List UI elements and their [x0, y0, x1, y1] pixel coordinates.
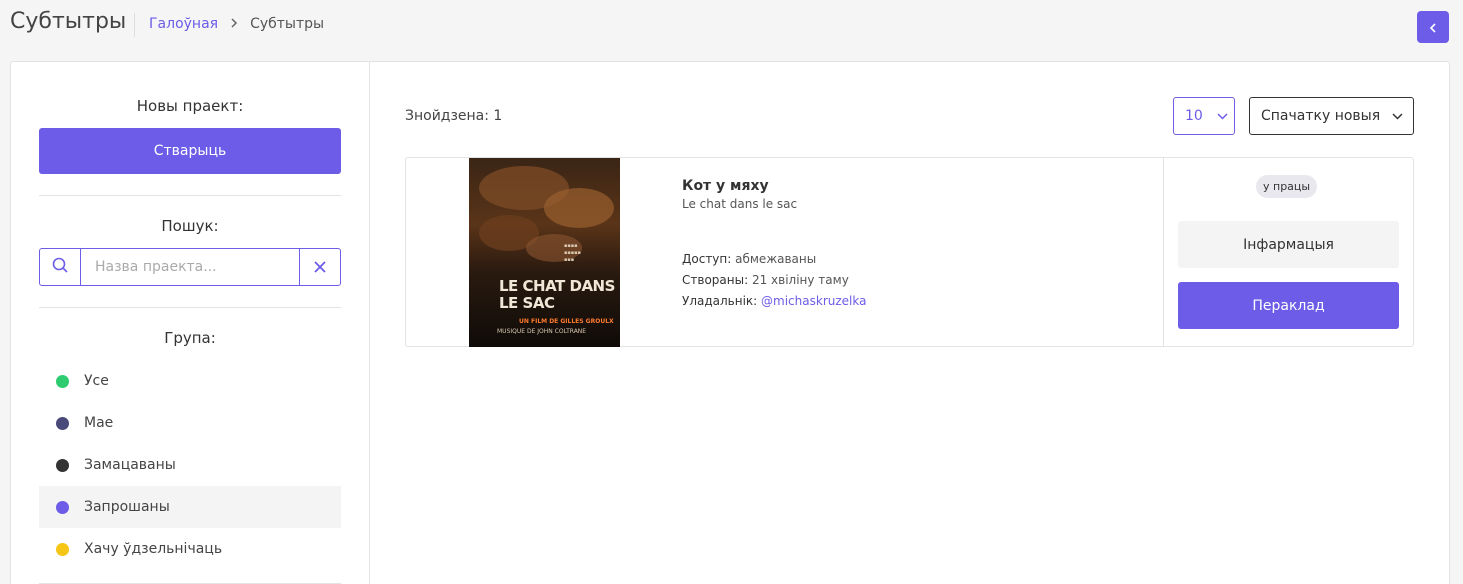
- owner-label: Уладальнік:: [682, 294, 758, 308]
- poster-subtitle: UN FILM DE GILLES GROULX: [519, 318, 614, 325]
- project-poster[interactable]: ▪▪▪▪ ▪▪▪▪▪ ▪▪▪ LE CHAT DANS LE SAC UN FILM…: [469, 158, 620, 347]
- close-icon: [314, 257, 326, 278]
- group-item-all[interactable]: Усе: [39, 360, 341, 402]
- status-dot-icon: [56, 374, 69, 388]
- main-content: Знойдзена: 1 10 Спачатку новыя ▪▪▪▪▪▪▪▪: [405, 62, 1415, 584]
- project-info: Кот у мяху Le chat dans le sac: [682, 178, 797, 211]
- divider: [39, 195, 341, 196]
- access-value: абмежаваны: [735, 252, 817, 266]
- project-actions: у працы Інфармацыя Пераклад: [1163, 158, 1414, 347]
- owner-link[interactable]: @michaskruzelka: [761, 294, 866, 308]
- group-list: Усе Мае Замацаваны Запрошаны Хачу ўдзель…: [39, 360, 341, 570]
- status-dot-icon: [56, 416, 69, 430]
- breadcrumb-current: Субтытры: [250, 16, 325, 32]
- page-title: Субтытры: [10, 9, 127, 34]
- group-item-pinned[interactable]: Замацаваны: [39, 444, 341, 486]
- group-item-label: Хачу ўдзельнічаць: [84, 541, 223, 557]
- status-badge: у працы: [1256, 175, 1318, 198]
- search-label: Пошук:: [161, 217, 219, 235]
- chevron-down-icon: [1392, 108, 1403, 124]
- group-item-want-to-join[interactable]: Хачу ўдзельнічаць: [39, 528, 341, 570]
- group-label: Група:: [164, 329, 216, 347]
- chevron-left-icon: [1429, 18, 1437, 37]
- clear-search-button[interactable]: [299, 249, 340, 285]
- project-original-title: Le chat dans le sac: [682, 197, 798, 211]
- chevron-right-icon: [230, 17, 238, 31]
- search-icon: [52, 257, 68, 277]
- divider: [39, 307, 341, 308]
- created-value: 21 хвіліну таму: [751, 273, 849, 287]
- status-dot-icon: [56, 500, 69, 514]
- sort-value: Спачатку новыя: [1261, 108, 1381, 124]
- search-input[interactable]: [81, 249, 299, 285]
- poster-title: LE CHAT DANS LE SAC: [499, 277, 615, 312]
- content-panel: Новы праект: Стварыць Пошук: Група: Усе: [10, 61, 1450, 584]
- group-item-label: Замацаваны: [84, 457, 176, 473]
- project-title[interactable]: Кот у мяху: [682, 178, 797, 194]
- info-button[interactable]: Інфармацыя: [1178, 221, 1399, 268]
- sort-select[interactable]: Спачатку новыя: [1249, 97, 1414, 135]
- project-owner: Уладальнік: @michaskruzelka: [682, 294, 866, 308]
- poster-credits: ▪▪▪▪ ▪▪▪▪▪ ▪▪▪: [564, 243, 581, 263]
- project-card: ▪▪▪▪ ▪▪▪▪▪ ▪▪▪ LE CHAT DANS LE SAC UN FILM…: [405, 157, 1414, 347]
- back-button[interactable]: [1417, 11, 1449, 43]
- project-created: Створаны: 21 хвіліну таму: [682, 273, 849, 287]
- group-item-label: Мае: [84, 415, 114, 431]
- group-item-invited[interactable]: Запрошаны: [39, 486, 341, 528]
- search-box: [39, 248, 341, 286]
- create-button[interactable]: Стварыць: [39, 128, 341, 174]
- top-bar: Субтытры Галоўная Субтытры: [0, 0, 1463, 50]
- breadcrumb: Галоўная Субтытры: [149, 16, 324, 32]
- sidebar: Новы праект: Стварыць Пошук: Група: Усе: [11, 62, 370, 584]
- status-dot-icon: [56, 542, 69, 556]
- group-item-label: Усе: [84, 373, 109, 389]
- title-divider: [134, 13, 135, 37]
- new-project-label: Новы праект:: [136, 97, 244, 115]
- breadcrumb-home-link[interactable]: Галоўная: [149, 16, 218, 32]
- results-count: Знойдзена: 1: [405, 108, 503, 124]
- project-access: Доступ: абмежаваны: [682, 252, 816, 266]
- access-label: Доступ:: [682, 252, 732, 266]
- created-label: Створаны:: [682, 273, 749, 287]
- group-item-label: Запрошаны: [84, 499, 170, 515]
- poster-music: MUSIQUE DE JOHN COLTRANE: [497, 328, 587, 335]
- group-item-mine[interactable]: Мае: [39, 402, 341, 444]
- chevron-down-icon: [1217, 108, 1228, 124]
- search-button[interactable]: [40, 249, 81, 285]
- per-page-value: 10: [1185, 108, 1203, 124]
- per-page-select[interactable]: 10: [1173, 97, 1235, 135]
- status-dot-icon: [56, 458, 69, 472]
- translate-button[interactable]: Пераклад: [1178, 282, 1399, 329]
